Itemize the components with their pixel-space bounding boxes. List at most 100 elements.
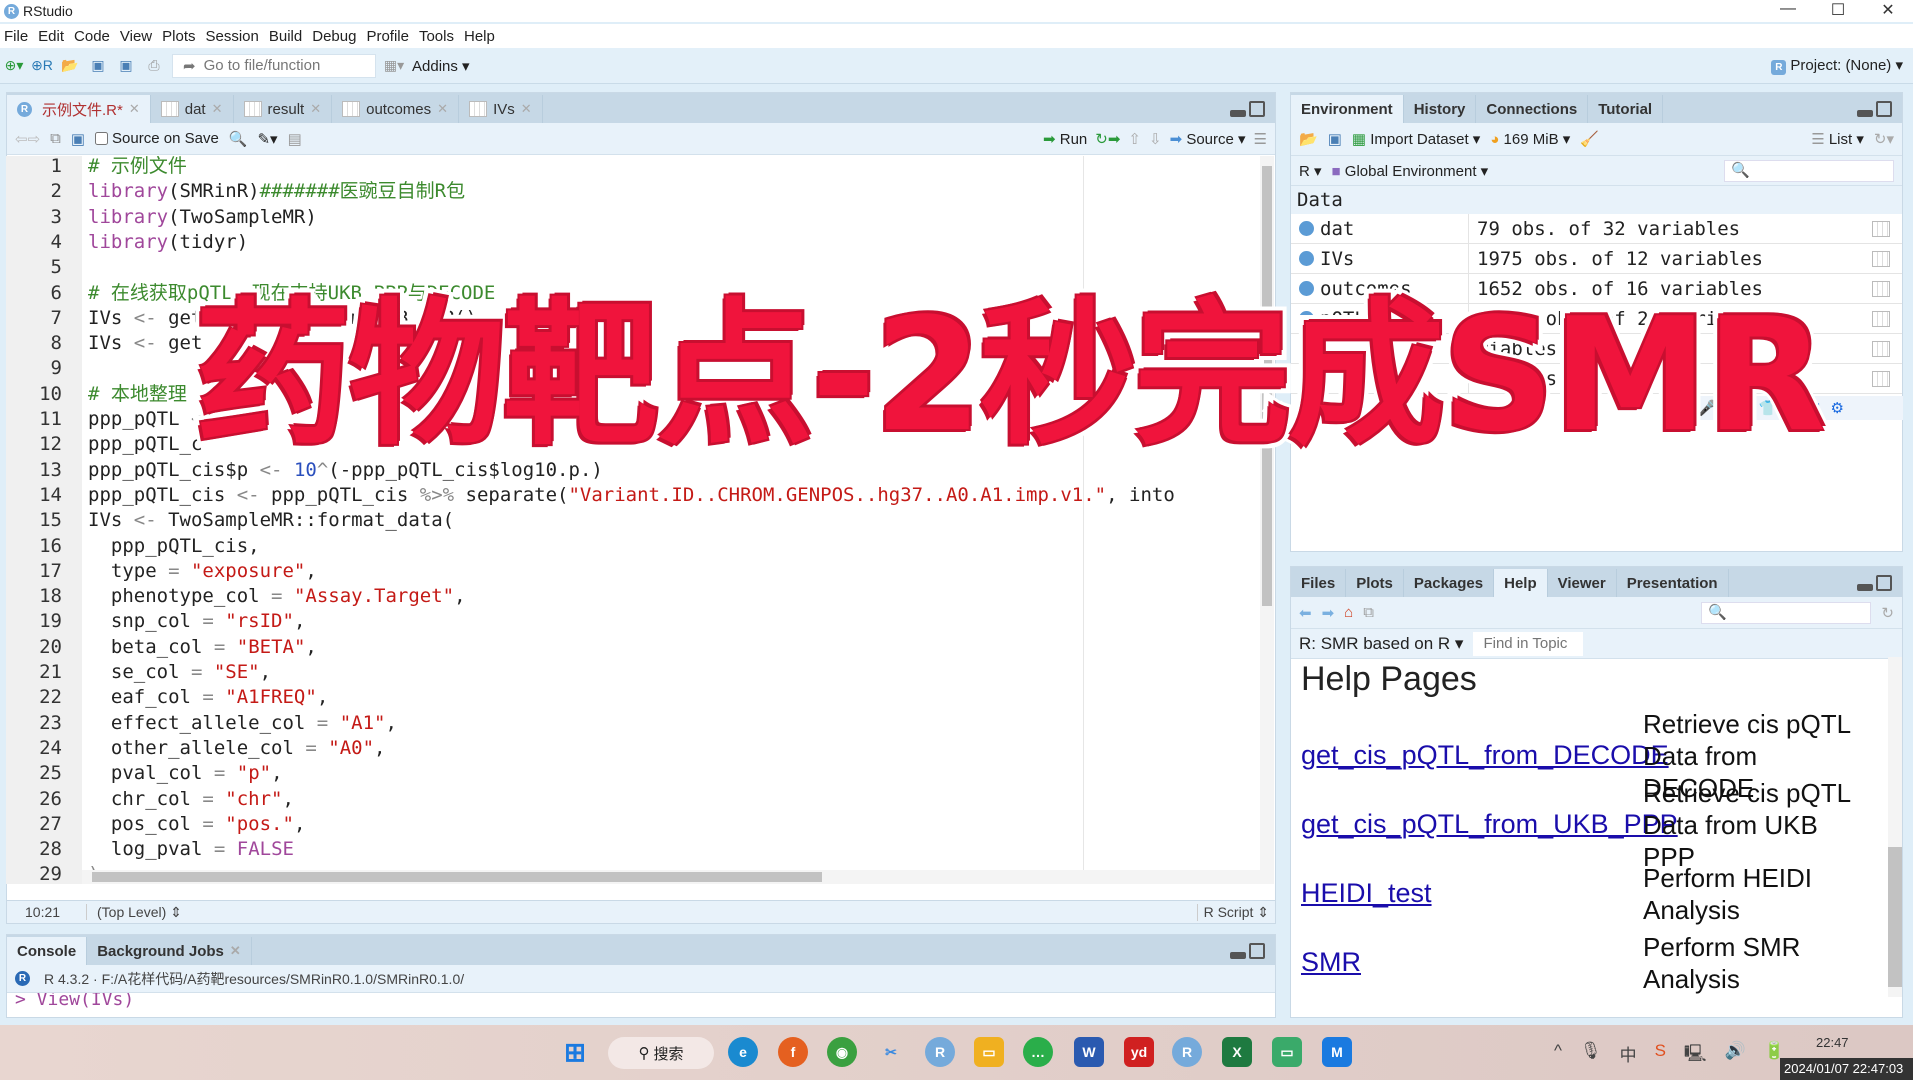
horizontal-scrollbar[interactable] xyxy=(82,870,1260,884)
apps-icon[interactable]: ▦ xyxy=(1806,399,1820,417)
help-link[interactable]: get_cis_pQTL_from_DECODE xyxy=(1301,740,1669,771)
skin-icon[interactable]: 👕 xyxy=(1759,399,1778,417)
home-icon[interactable]: ⌂ xyxy=(1344,604,1353,621)
tab-connections[interactable]: Connections xyxy=(1476,95,1589,123)
tab-viewer[interactable]: Viewer xyxy=(1548,569,1617,597)
close-button[interactable]: ✕ xyxy=(1863,0,1913,20)
memory-usage[interactable]: ◕ 169 MiB ▾ xyxy=(1490,130,1570,148)
menu-session[interactable]: Session xyxy=(202,28,265,45)
show-in-window-icon[interactable]: ⧉ xyxy=(50,130,61,147)
pane-minmax[interactable] xyxy=(1857,101,1892,117)
scroll-thumb[interactable] xyxy=(1262,166,1272,606)
env-search-input[interactable]: 🔍 xyxy=(1724,159,1894,182)
project-menu[interactable]: R Project: (None) ▾ xyxy=(1771,56,1903,75)
wechat-icon[interactable]: … xyxy=(1023,1037,1053,1067)
clock[interactable]: 22:47 xyxy=(1816,1035,1849,1050)
expand-icon[interactable] xyxy=(1299,341,1314,356)
code-line[interactable]: 10 # 本地整理 xyxy=(6,382,1274,407)
show-in-window-icon[interactable]: ⧉ xyxy=(1363,604,1374,621)
save-workspace-icon[interactable]: ▣ xyxy=(1328,130,1342,148)
menu-tools[interactable]: Tools xyxy=(415,28,460,45)
volume-icon[interactable]: 🔊 xyxy=(1725,1041,1746,1070)
keyboard-icon[interactable]: ⌨ xyxy=(1727,399,1749,417)
code-line[interactable]: 20 beta_col = "BETA", xyxy=(6,635,1274,660)
scope-selector[interactable]: ■ Global Environment ▾ xyxy=(1332,162,1489,180)
print-icon[interactable]: ⎙ xyxy=(144,56,164,76)
code-line[interactable]: 22 eaf_col = "A1FREQ", xyxy=(6,685,1274,710)
checkbox[interactable] xyxy=(95,132,109,145)
view-mode-selector[interactable]: ☰ List ▾ xyxy=(1811,130,1864,148)
code-line[interactable]: 23 effect_allele_col = "A1", xyxy=(6,711,1274,736)
input-method-icon[interactable]: 中 xyxy=(1620,1041,1637,1070)
code-line[interactable]: 1 # 示例文件 xyxy=(6,156,1274,179)
code-line[interactable]: 13 ppp_pQTL_cis$p <- 10^(-ppp_pQTL_cis$lo… xyxy=(6,458,1274,483)
code-line[interactable]: 4 library(tidyr) xyxy=(6,230,1274,255)
vertical-scrollbar[interactable] xyxy=(1888,657,1902,997)
taskbar-search[interactable]: ⚲ 搜索 xyxy=(608,1037,714,1069)
sogou-icon[interactable]: S xyxy=(1655,1041,1666,1070)
expand-icon[interactable] xyxy=(1299,281,1314,296)
code-line[interactable]: 18 phenotype_col = "Assay.Target", xyxy=(6,584,1274,609)
import-dataset-button[interactable]: ▦ Import Dataset ▾ xyxy=(1352,130,1480,148)
tab-script[interactable]: R 示例文件.R* ✕ xyxy=(7,95,151,123)
up-icon[interactable]: ⇧ xyxy=(1128,130,1141,148)
save-icon[interactable]: ▣ xyxy=(88,56,108,76)
snipping-tool-icon[interactable]: ✂ xyxy=(876,1037,906,1067)
scroll-thumb[interactable] xyxy=(1888,847,1902,987)
run-button[interactable]: ➡ Run xyxy=(1043,130,1087,148)
robot-icon[interactable]: ● xyxy=(1787,400,1796,417)
expand-icon[interactable] xyxy=(1299,221,1314,236)
source-button[interactable]: ➡ Source ▾ xyxy=(1170,130,1246,148)
code-line[interactable]: 19 snp_col = "rsID", xyxy=(6,609,1274,634)
settings-icon[interactable]: ⚙ xyxy=(1830,399,1843,417)
close-tab-icon[interactable]: ✕ xyxy=(310,101,321,117)
menu-help[interactable]: Help xyxy=(460,28,501,45)
minimize-button[interactable]: — xyxy=(1763,0,1813,18)
windows-start-icon[interactable]: ⊞ xyxy=(560,1037,590,1067)
code-line[interactable]: 27 pos_col = "pos.", xyxy=(6,812,1274,837)
word-icon[interactable]: W xyxy=(1074,1037,1104,1067)
code-line[interactable]: 26 chr_col = "chr", xyxy=(6,787,1274,812)
menu-plots[interactable]: Plots xyxy=(158,28,201,45)
excel-icon[interactable]: X xyxy=(1222,1037,1252,1067)
tab-ivs[interactable]: IVs ✕ xyxy=(459,95,543,123)
chrome-icon[interactable]: ◉ xyxy=(827,1037,857,1067)
tab-presentation[interactable]: Presentation xyxy=(1617,569,1729,597)
code-line[interactable]: 7 IVs <- get_cis_pQTL_from_UKB_PPP() xyxy=(6,306,1274,331)
pane-minmax[interactable] xyxy=(1230,943,1265,959)
notebook-icon[interactable]: ▤ xyxy=(288,130,302,148)
tab-outcomes[interactable]: outcomes ✕ xyxy=(332,95,460,123)
tab-plots[interactable]: Plots xyxy=(1346,569,1404,597)
rstudio-taskbar-icon[interactable]: R xyxy=(1172,1037,1202,1067)
go-to-file-input[interactable]: ➦ Go to file/function xyxy=(172,53,376,78)
open-file-icon[interactable]: 📂 xyxy=(60,56,80,76)
help-search-input[interactable]: 🔍 xyxy=(1701,601,1872,624)
code-line[interactable]: 6 # 在线获取pQTL，现在支持UKB_PPP与DECODE xyxy=(6,281,1274,306)
tab-result[interactable]: result ✕ xyxy=(234,95,333,123)
filetype-selector[interactable]: R Script ⇕ xyxy=(1196,903,1275,921)
vertical-scrollbar[interactable] xyxy=(1260,156,1274,884)
microphone-icon[interactable]: 🎙 xyxy=(1580,1041,1602,1070)
view-table-icon[interactable] xyxy=(1872,220,1890,237)
code-line[interactable]: 21 se_col = "SE", xyxy=(6,660,1274,685)
save-all-icon[interactable]: ▣ xyxy=(116,56,136,76)
menu-debug[interactable]: Debug xyxy=(308,28,362,45)
tab-help[interactable]: Help xyxy=(1494,569,1548,597)
menu-edit[interactable]: Edit xyxy=(34,28,70,45)
magic-wand-icon[interactable]: ✎▾ xyxy=(257,130,277,148)
help-link[interactable]: get_cis_pQTL_from_UKB_PPP xyxy=(1301,809,1678,840)
code-line[interactable]: 12 ppp_pQTL_c xyxy=(6,432,1274,457)
back-icon[interactable]: ⬅ xyxy=(1299,604,1312,622)
menu-profile[interactable]: Profile xyxy=(362,28,415,45)
view-table-icon[interactable] xyxy=(1872,250,1890,267)
env-row[interactable]: outcomes 1652 obs. of 16 variables xyxy=(1291,274,1902,304)
code-line[interactable]: 9 xyxy=(6,356,1274,381)
pane-minmax[interactable] xyxy=(1857,575,1892,591)
find-in-topic-input[interactable] xyxy=(1473,631,1584,656)
view-table-icon[interactable] xyxy=(1872,280,1890,297)
save-icon[interactable]: ▣ xyxy=(71,130,85,148)
code-line[interactable]: 24 other_allele_col = "A0", xyxy=(6,736,1274,761)
tab-packages[interactable]: Packages xyxy=(1404,569,1495,597)
env-row[interactable]: riables xyxy=(1291,364,1902,394)
tab-dat[interactable]: dat ✕ xyxy=(151,95,234,123)
